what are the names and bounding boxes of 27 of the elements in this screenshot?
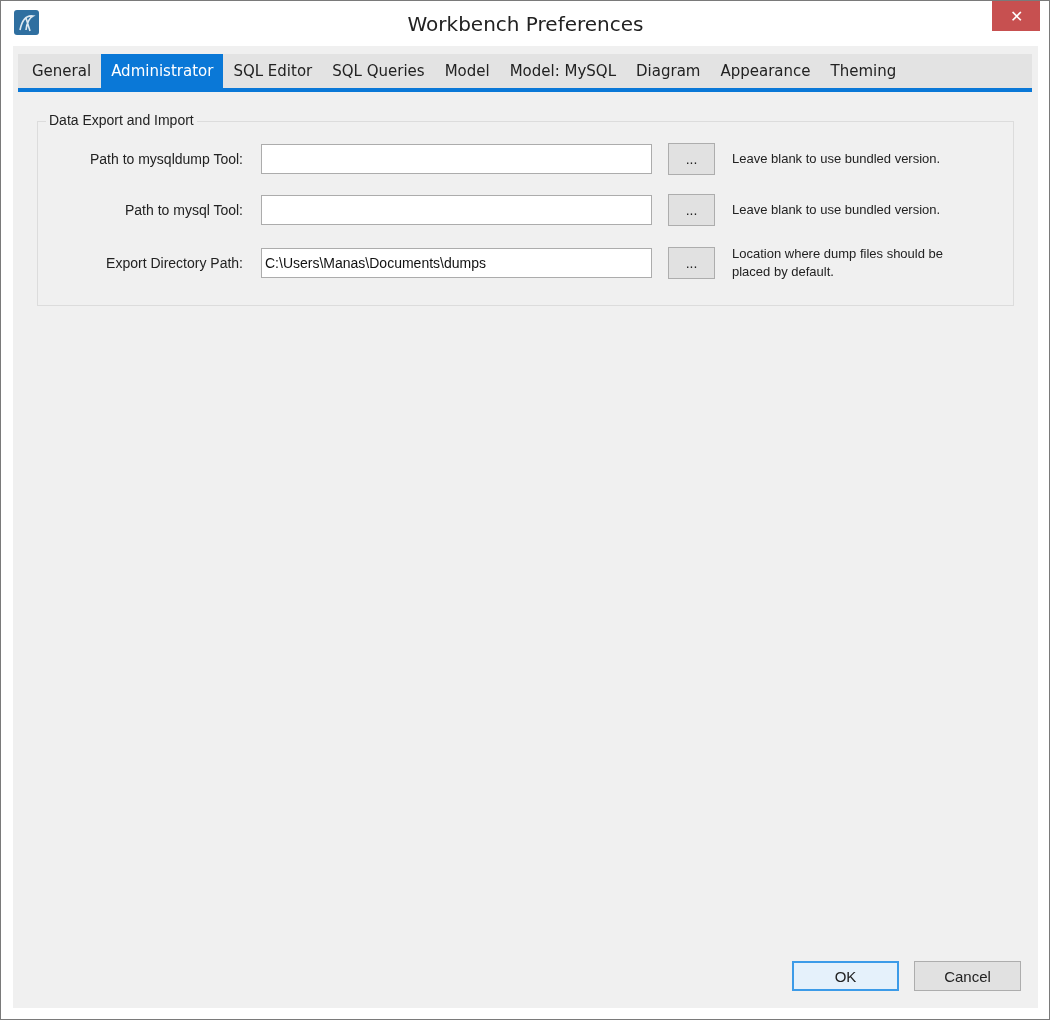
ok-button[interactable]: OK [792,961,899,991]
tab[interactable]: Appearance [710,54,821,88]
tab[interactable]: Diagram [626,54,711,88]
group-title: Data Export and Import [46,112,197,128]
app-icon [14,10,39,35]
hint-text: Location where dump files should be placed by default. [732,245,944,281]
field-label: Path to mysqldump Tool: [88,151,243,167]
window-title: Workbench Preferences [406,12,645,36]
tab[interactable]: Model [434,54,500,88]
tab[interactable]: Model: MySQL [499,54,627,88]
tab[interactable]: Administrator [101,54,224,88]
close-button[interactable]: ✕ [992,1,1040,31]
tab[interactable]: Theming [820,54,907,88]
tab[interactable]: SQL Editor [223,54,323,88]
tab[interactable]: General [22,54,102,88]
input-field[interactable] [261,144,652,174]
field-label: Path to mysql Tool: [123,202,243,218]
cancel-button[interactable]: Cancel [914,961,1021,991]
field-label: Export Directory Path: [105,255,243,271]
tab[interactable]: SQL Queries [322,54,435,88]
hint-text: Leave blank to use bundled version. [732,201,942,219]
browse-button[interactable]: ... [668,247,715,279]
browse-button[interactable]: ... [668,194,715,226]
hint-text: Leave blank to use bundled version. [732,150,942,168]
input-field[interactable] [261,195,652,225]
input-field[interactable]: C:\Users\Manas\Documents\dumps [261,248,652,278]
browse-button[interactable]: ... [668,143,715,175]
